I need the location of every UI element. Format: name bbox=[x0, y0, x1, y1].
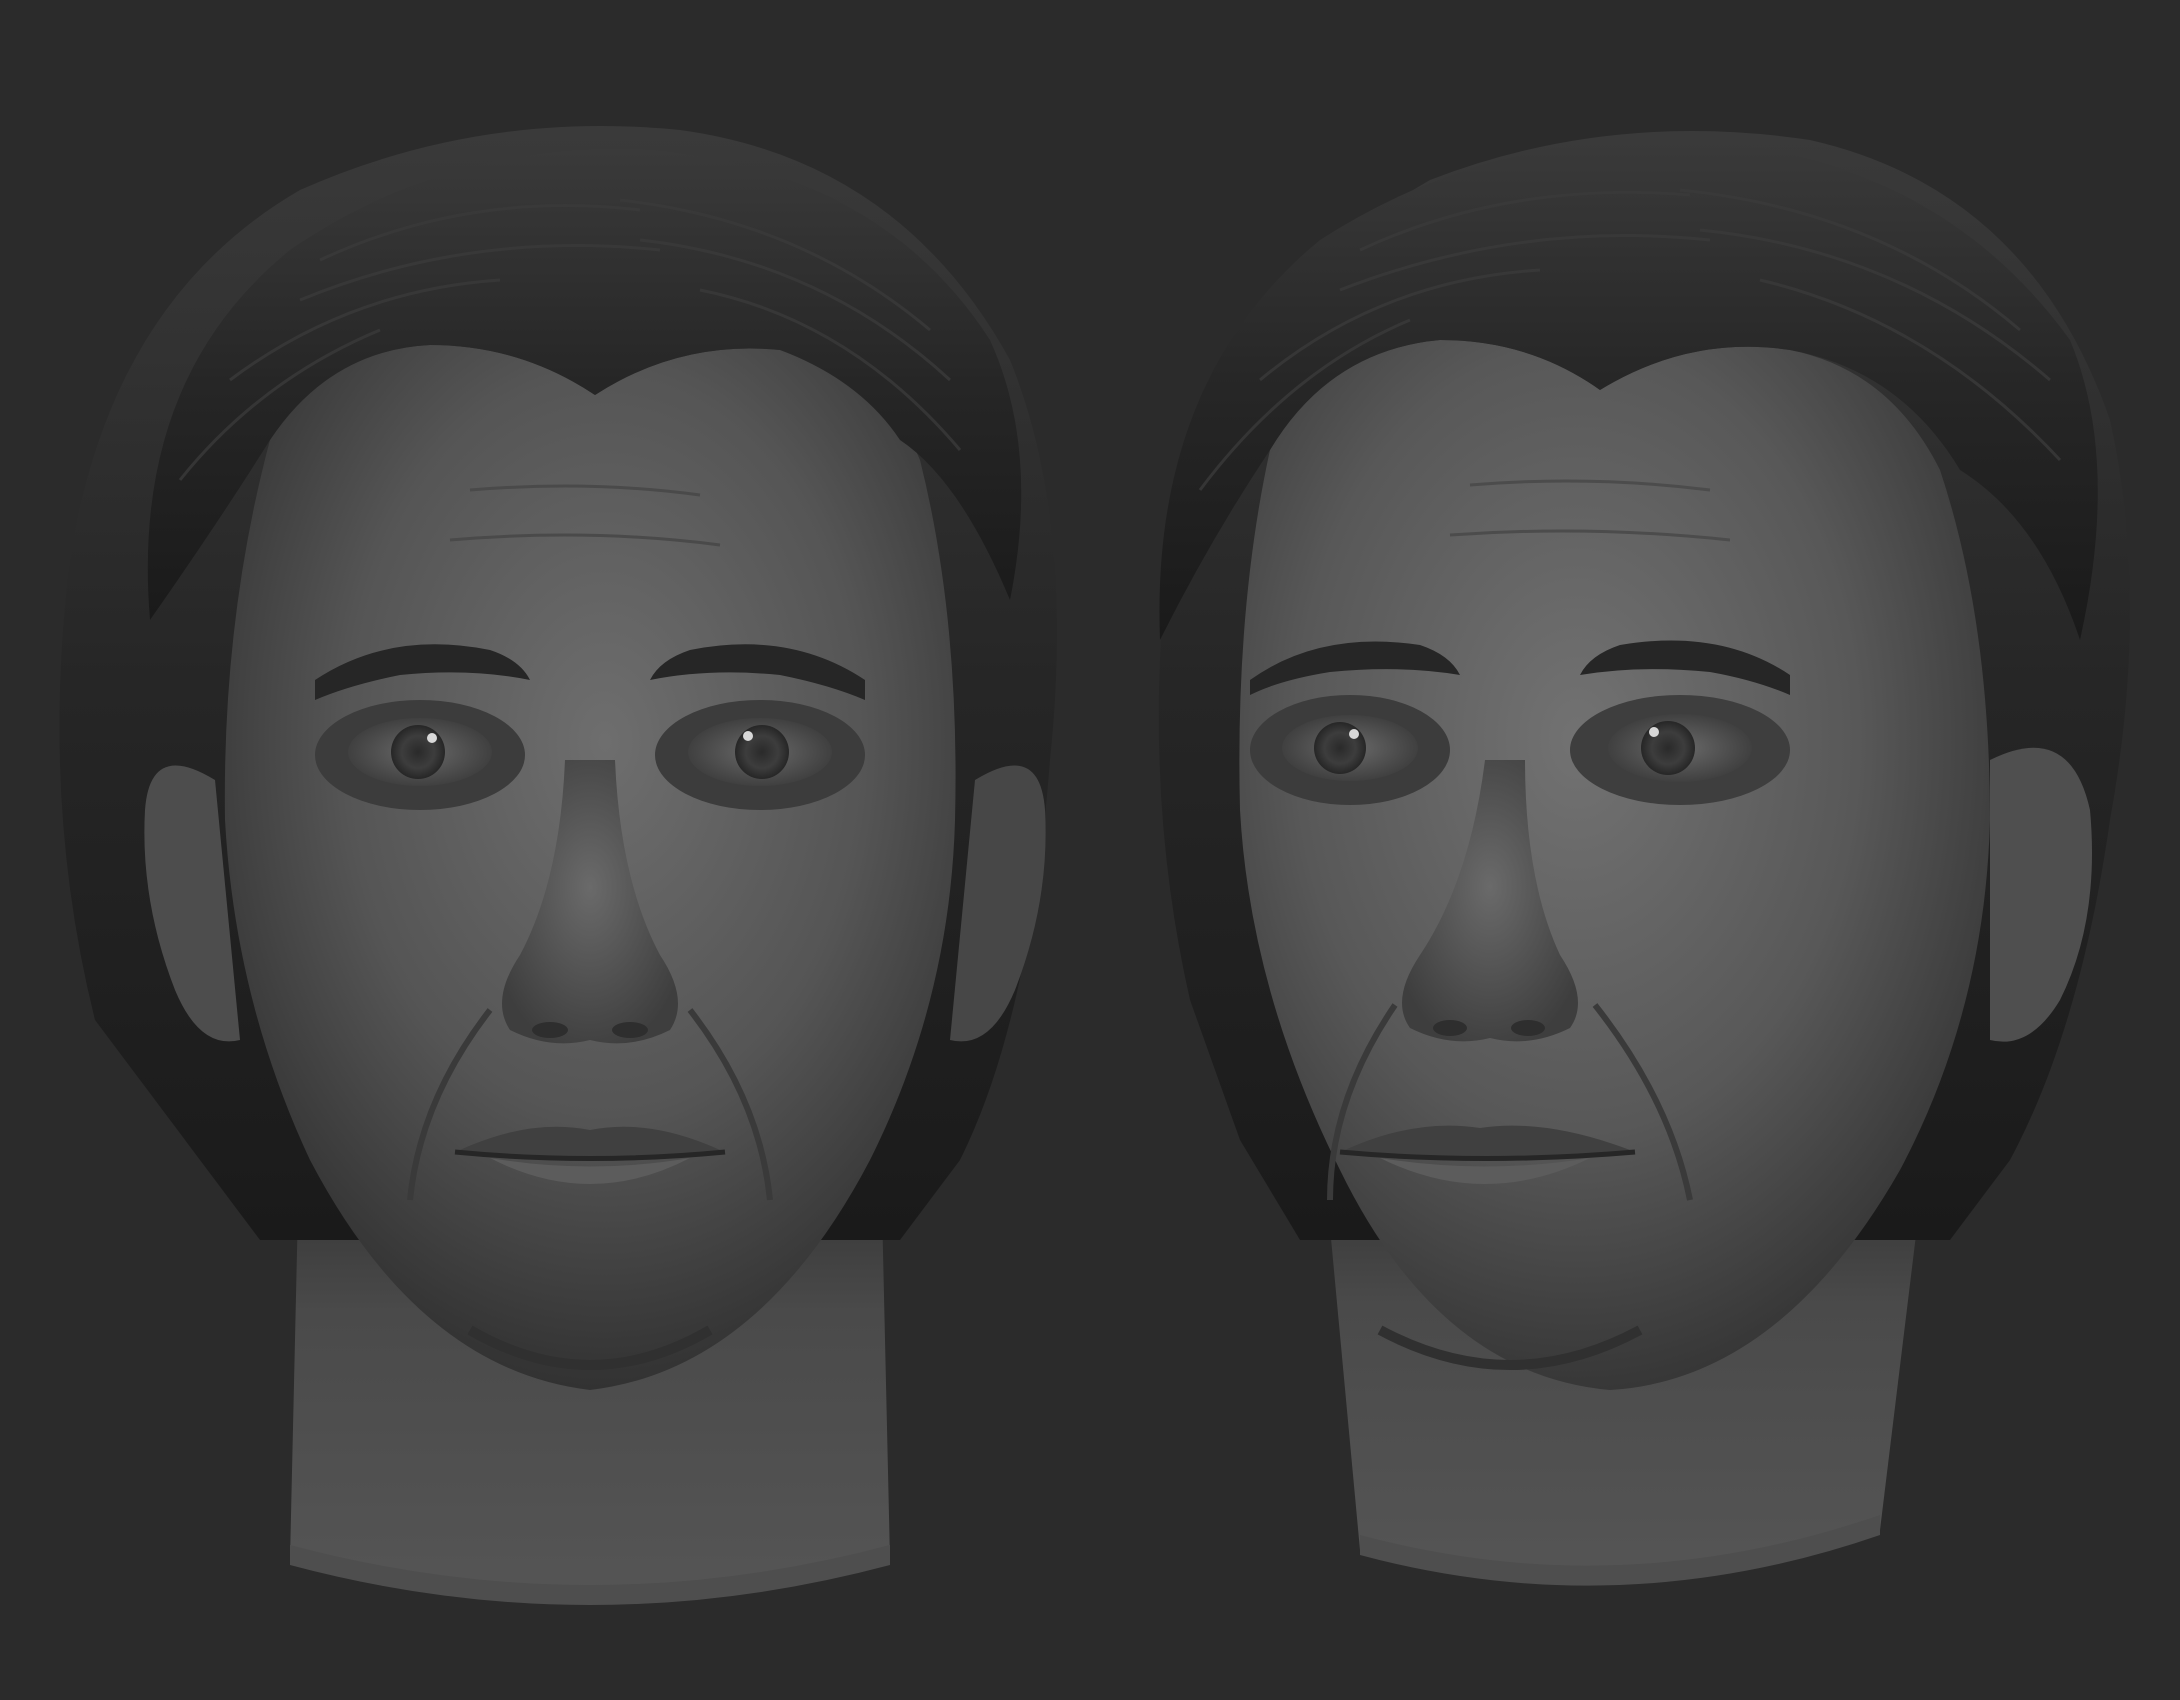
eye-highlight-right bbox=[1649, 727, 1659, 737]
nostril-right bbox=[612, 1022, 648, 1038]
head-three-quarter-view bbox=[1158, 131, 2130, 1586]
sculpt-render-canvas bbox=[59, 126, 2130, 1605]
eye-highlight-left bbox=[1349, 729, 1359, 739]
eye-highlight-right bbox=[743, 731, 753, 741]
iris-right bbox=[1641, 721, 1695, 775]
ear-right bbox=[1990, 747, 2092, 1042]
head-front-view bbox=[59, 126, 1057, 1605]
iris-right bbox=[735, 725, 789, 779]
nostril-left bbox=[1433, 1020, 1467, 1036]
iris-left bbox=[1314, 722, 1366, 774]
nostril-left bbox=[532, 1022, 568, 1038]
render-viewport bbox=[0, 0, 2180, 1700]
iris-left bbox=[391, 725, 445, 779]
eye-highlight-left bbox=[427, 733, 437, 743]
nostril-right bbox=[1511, 1020, 1545, 1036]
